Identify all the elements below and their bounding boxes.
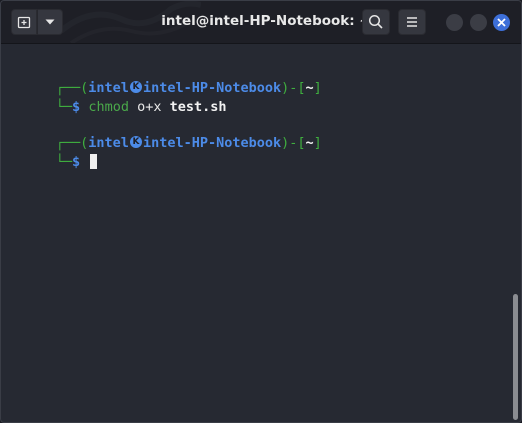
prompt-close: ]	[313, 135, 322, 151]
prompt-host: intel-HP-Notebook	[142, 135, 282, 151]
terminal-output[interactable]: ┌──(intel Kintel-HP-Notebook)-[~] └─$ chm…	[1, 44, 521, 422]
maximize-button[interactable]	[470, 14, 487, 31]
close-button[interactable]	[493, 14, 510, 31]
text-cursor	[90, 154, 98, 169]
search-icon	[368, 14, 383, 29]
command-target: test.sh	[169, 99, 227, 115]
title-bar[interactable]: intel@intel-HP-Notebook: ~	[1, 1, 521, 44]
scrollbar-thumb[interactable]	[513, 294, 518, 420]
new-tab-icon	[17, 16, 31, 29]
search-button[interactable]	[362, 9, 390, 35]
command-line-active[interactable]: └─$	[7, 135, 98, 170]
command-line: └─$ chmod o+x test.sh	[7, 80, 227, 115]
prompt-prefix: └─	[55, 154, 73, 170]
prompt-symbol: $	[72, 154, 81, 170]
prompt-prefix: └─	[55, 99, 73, 115]
prompt-symbol: $	[72, 99, 81, 115]
close-icon	[497, 18, 506, 27]
command-args: o+x	[137, 99, 162, 115]
prompt-mid: )-[	[281, 80, 306, 96]
new-tab-options-button[interactable]	[37, 9, 63, 35]
prompt-cwd: ~	[305, 135, 314, 151]
prompt-header-line: ┌──(intel Kintel-HP-Notebook)-[~]	[7, 116, 322, 151]
kali-logo-icon: K	[129, 136, 142, 148]
prompt-cwd: ~	[305, 80, 314, 96]
command-name: chmod	[88, 99, 129, 115]
chevron-down-icon	[45, 19, 55, 25]
prompt-header-line: ┌──(intel Kintel-HP-Notebook)-[~]	[7, 61, 322, 96]
new-tab-button[interactable]	[11, 9, 37, 35]
menu-button[interactable]	[398, 9, 426, 35]
minimize-button[interactable]	[446, 14, 463, 31]
prompt-close: ]	[313, 80, 322, 96]
terminal-window: intel@intel-HP-Notebook: ~ ┌──(intel Kint…	[0, 0, 522, 423]
prompt-mid: )-[	[281, 135, 306, 151]
hamburger-menu-icon	[407, 17, 417, 27]
